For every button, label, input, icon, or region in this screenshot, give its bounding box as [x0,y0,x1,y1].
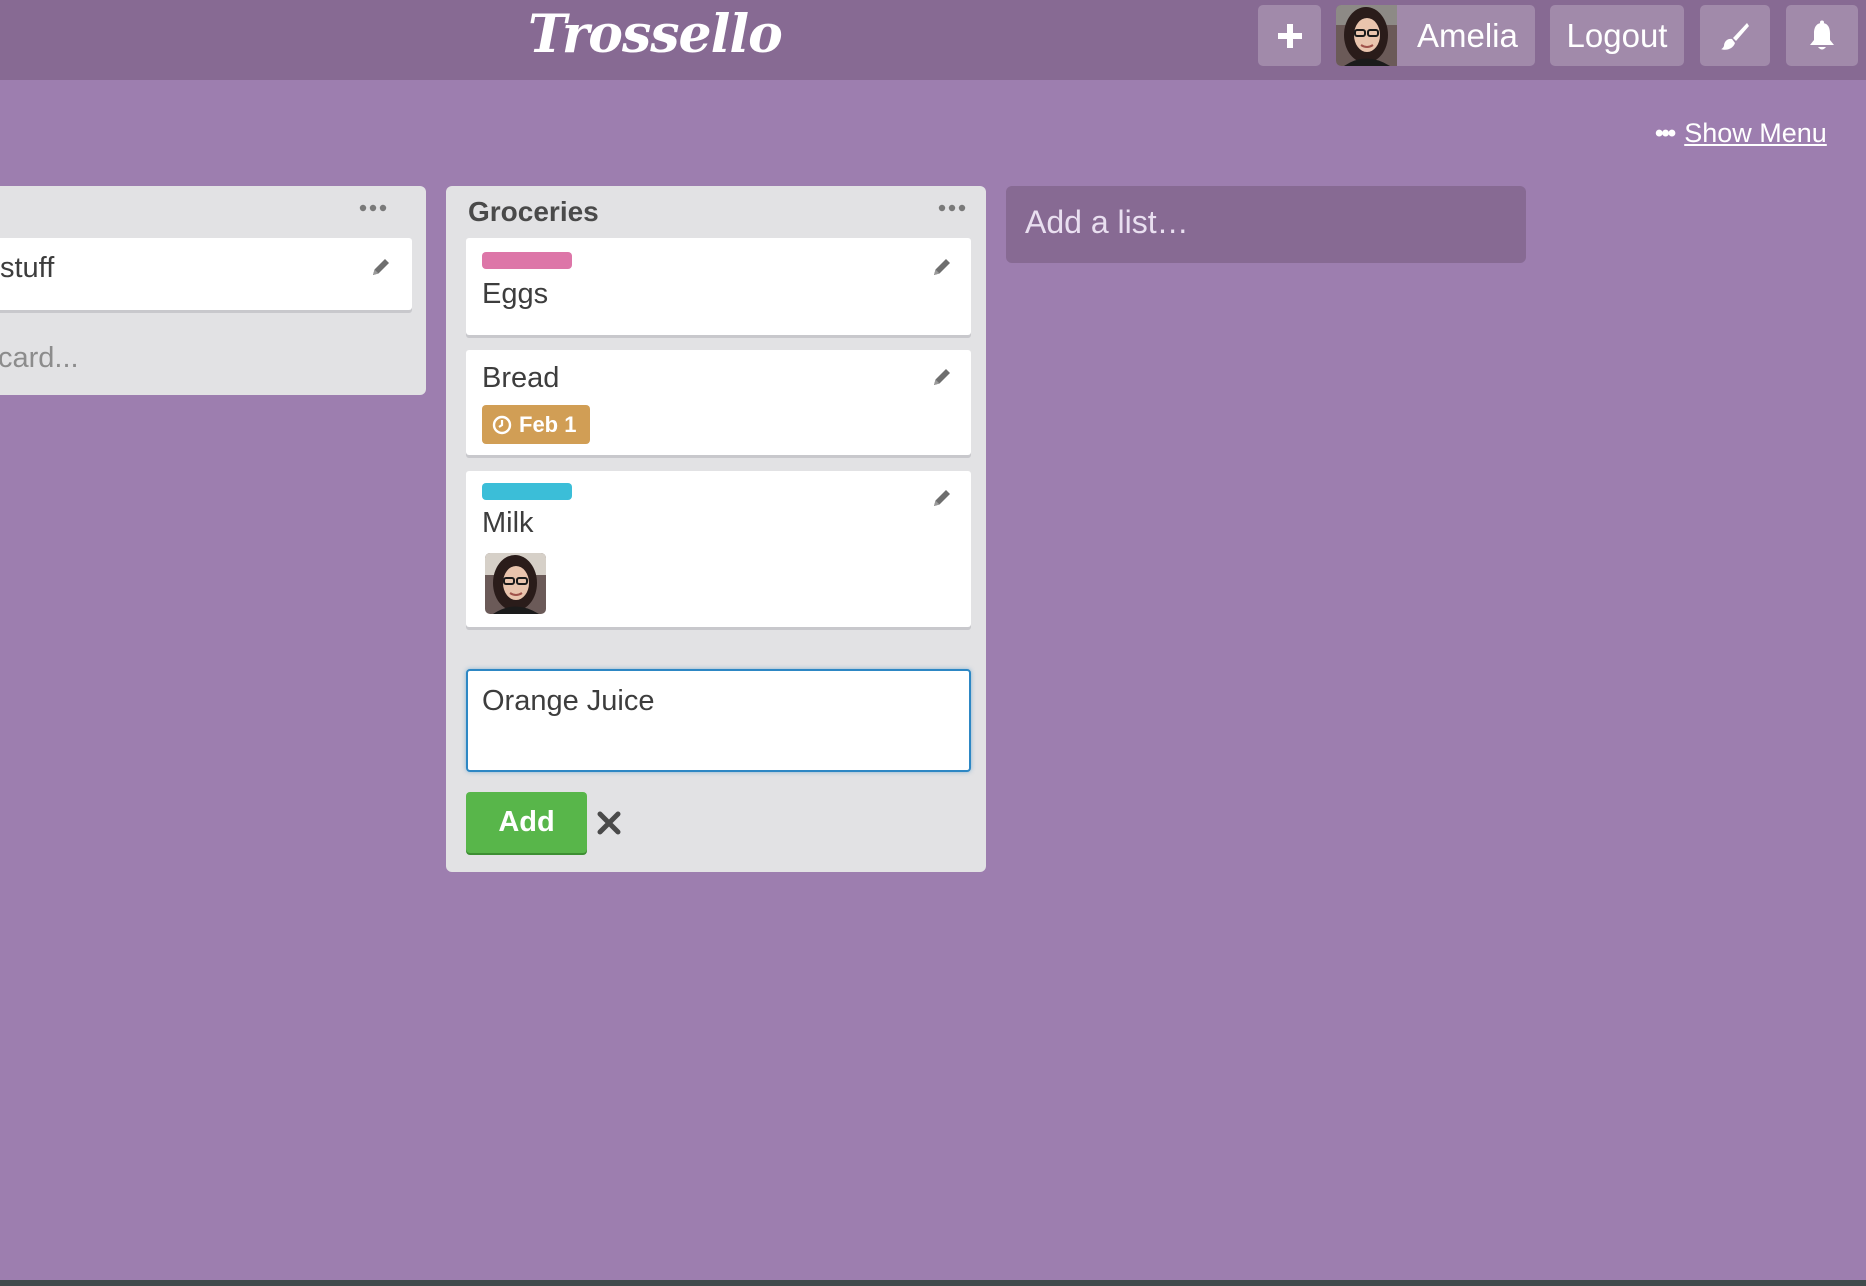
avatar [1336,5,1397,66]
new-card-input[interactable]: Orange Juice [466,669,971,772]
pencil-icon[interactable] [931,256,953,278]
list: stuff card... [0,186,426,395]
logout-label: Logout [1566,16,1668,54]
card-title: Eggs [482,278,549,310]
more-icon: ••• [1655,119,1676,147]
add-card-link[interactable]: card... [0,342,79,375]
list-groceries: Groceries Eggs Bread Feb 1 Milk Orange J… [446,186,986,872]
card-label [482,252,572,269]
window-edge [0,1280,1866,1286]
due-date-text: Feb 1 [519,411,577,437]
logout-button[interactable]: Logout [1550,5,1684,66]
add-list-button[interactable]: Add a list… [1006,186,1526,263]
theme-button[interactable] [1700,5,1770,66]
list-title[interactable]: Groceries [468,196,599,228]
show-menu-link[interactable]: ••• Show Menu [1655,118,1827,149]
add-button[interactable] [1258,5,1321,66]
close-icon[interactable] [596,810,622,836]
card-milk[interactable]: Milk [466,471,971,627]
card[interactable]: stuff [0,238,412,310]
list-menu-icon[interactable] [358,200,388,216]
paintbrush-icon [1721,22,1749,50]
app-logo[interactable]: Trossello [528,4,783,65]
plus-icon [1277,23,1302,48]
add-card-button[interactable]: Add [466,792,587,853]
pencil-icon[interactable] [931,487,953,509]
card-title: Milk [482,507,534,539]
notifications-button[interactable] [1786,5,1858,66]
user-name: Amelia [1417,16,1518,54]
pencil-icon[interactable] [931,366,953,388]
card-label [482,483,572,500]
card-member-avatar[interactable] [485,553,546,614]
pencil-icon[interactable] [370,256,392,278]
card-title: Bread [482,362,560,394]
list-menu-icon[interactable] [937,200,967,216]
clock-icon [492,415,512,434]
top-bar: Trossello Amelia Logout [0,0,1866,80]
card-eggs[interactable]: Eggs [466,238,971,335]
show-menu-label: Show Menu [1684,118,1827,148]
card-title: stuff [0,252,55,284]
bell-icon [1810,20,1834,49]
card-bread[interactable]: Bread Feb 1 [466,350,971,455]
due-date-badge[interactable]: Feb 1 [482,405,590,444]
user-menu-button[interactable]: Amelia [1336,5,1535,66]
